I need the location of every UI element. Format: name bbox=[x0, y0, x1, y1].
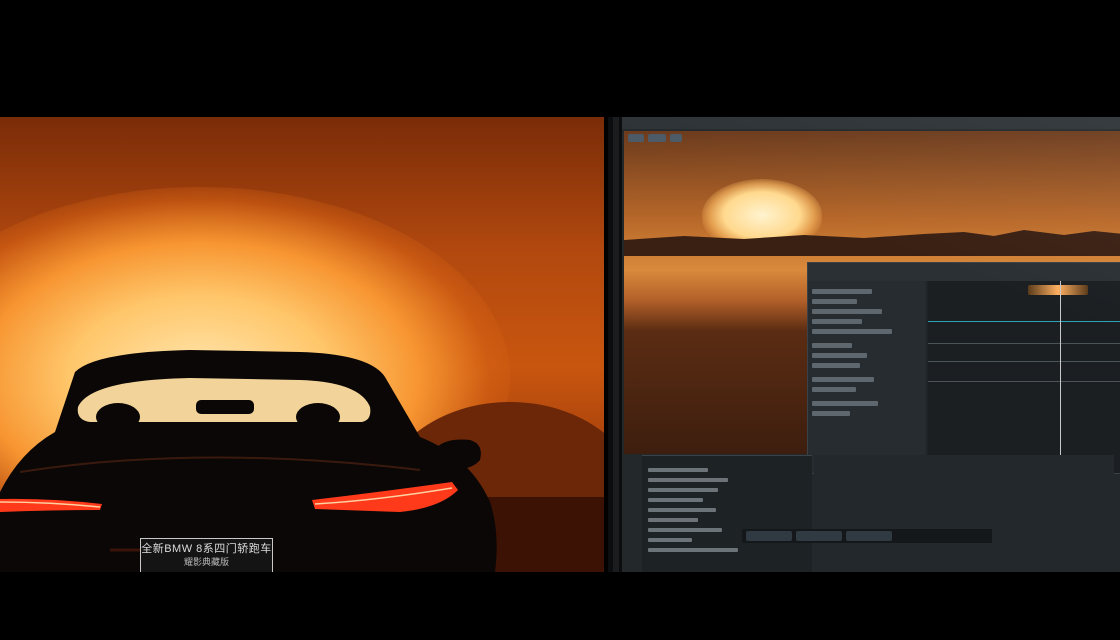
folder-item[interactable] bbox=[648, 468, 708, 472]
folder-item[interactable] bbox=[648, 498, 703, 502]
track-row[interactable] bbox=[812, 377, 874, 382]
timeline-playhead[interactable] bbox=[1060, 281, 1061, 473]
letterbox-top bbox=[0, 0, 1120, 117]
folder-item[interactable] bbox=[648, 548, 738, 552]
track-row[interactable] bbox=[812, 329, 892, 334]
taskbar-app[interactable] bbox=[796, 531, 842, 541]
render-panel: 全新BMW 8系四门轿跑车 耀影典藏版 bbox=[0, 117, 604, 572]
timeline-track bbox=[928, 381, 1120, 382]
asset-panel bbox=[814, 455, 1114, 572]
track-row[interactable] bbox=[812, 353, 867, 358]
track-row[interactable] bbox=[812, 299, 857, 304]
monitor-bezel bbox=[613, 117, 619, 572]
track-row[interactable] bbox=[812, 387, 856, 392]
folder-item[interactable] bbox=[648, 528, 722, 532]
track-row[interactable] bbox=[812, 309, 882, 314]
editor-menubar bbox=[622, 117, 1120, 129]
track-row[interactable] bbox=[812, 319, 862, 324]
track-row[interactable] bbox=[812, 363, 860, 368]
split-frame: 全新BMW 8系四门轿跑车 耀影典藏版 bbox=[0, 117, 1120, 572]
viewport-tool-tag[interactable] bbox=[648, 134, 666, 142]
taskbar-app[interactable] bbox=[846, 531, 892, 541]
sequencer-toolbar[interactable] bbox=[808, 263, 1120, 281]
track-row[interactable] bbox=[812, 411, 850, 416]
sequencer-track-list bbox=[808, 281, 926, 473]
editor-screen bbox=[622, 117, 1120, 572]
folder-item[interactable] bbox=[648, 508, 716, 512]
plate-subtitle: 耀影典藏版 bbox=[183, 557, 229, 567]
sequencer-window bbox=[807, 262, 1120, 474]
viewport-mountains bbox=[624, 230, 1120, 256]
viewport-tool-tag[interactable] bbox=[670, 134, 682, 142]
track-row[interactable] bbox=[812, 289, 872, 294]
timeline-track bbox=[928, 343, 1120, 344]
folder-item[interactable] bbox=[648, 488, 718, 492]
plate-title: 全新BMW 8系四门轿跑车 bbox=[141, 543, 272, 555]
timeline-preview-strip bbox=[1028, 285, 1088, 295]
timeline-track bbox=[928, 361, 1120, 362]
content-browser bbox=[642, 455, 812, 572]
taskbar-app[interactable] bbox=[746, 531, 792, 541]
folder-item[interactable] bbox=[648, 518, 698, 522]
monitor-panel bbox=[608, 117, 1120, 572]
car-silhouette bbox=[0, 350, 497, 572]
track-row[interactable] bbox=[812, 401, 878, 406]
taskbar bbox=[742, 529, 992, 543]
track-row[interactable] bbox=[812, 343, 852, 348]
folder-item[interactable] bbox=[648, 478, 728, 482]
sequencer-timeline[interactable] bbox=[928, 281, 1120, 473]
timeline-track bbox=[928, 321, 1120, 322]
license-plate: 全新BMW 8系四门轿跑车 耀影典藏版 bbox=[140, 538, 273, 572]
viewport-tool-tag[interactable] bbox=[628, 134, 644, 142]
letterbox-bottom bbox=[0, 572, 1120, 640]
folder-item[interactable] bbox=[648, 538, 692, 542]
